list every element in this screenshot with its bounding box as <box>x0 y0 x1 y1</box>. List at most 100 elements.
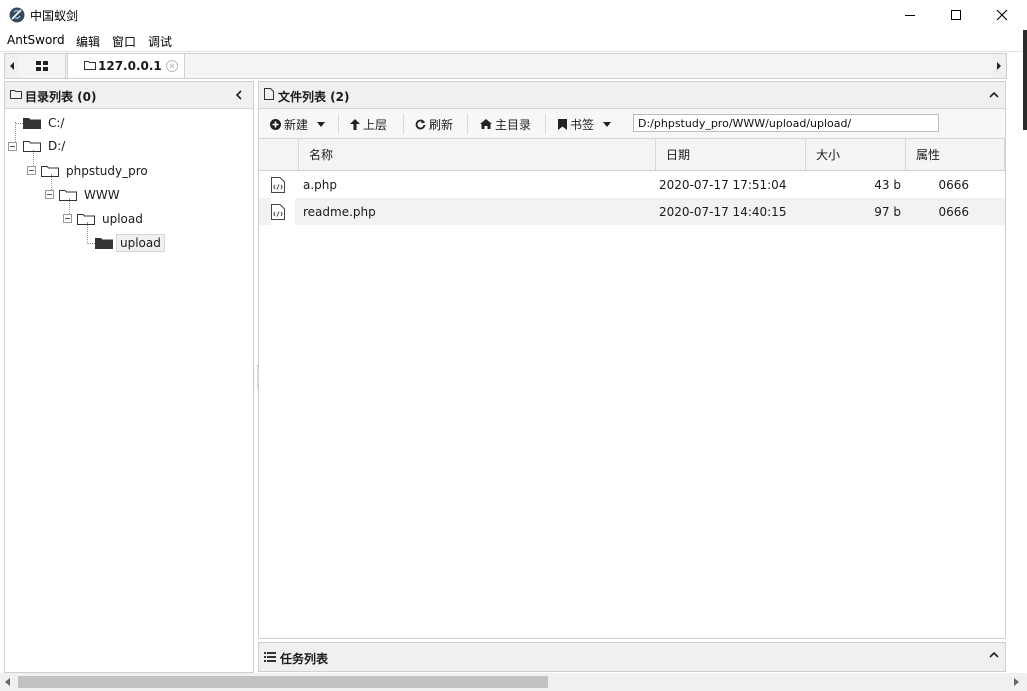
home-directory-button[interactable]: 主目录 <box>480 115 531 133</box>
scroll-right-icon[interactable] <box>1014 678 1019 686</box>
antsword-logo-icon <box>9 7 25 23</box>
caret-right-icon <box>997 62 1001 70</box>
caret-down-icon <box>603 121 612 127</box>
file-toolbar: 新建 上层 刷新 主目录 书签 <box>259 109 1005 139</box>
horizontal-scrollbar[interactable] <box>0 673 1027 691</box>
menu-debug[interactable]: 调试 <box>148 33 172 50</box>
expand-up-icon[interactable] <box>989 651 999 658</box>
tab-close-icon[interactable] <box>166 60 178 72</box>
caret-down-icon <box>317 121 326 127</box>
task-list-icon <box>264 652 276 662</box>
column-header-attributes[interactable]: 属性 <box>905 139 1005 170</box>
tab-scroll-right-button[interactable] <box>992 54 1006 78</box>
folder-open-icon <box>23 141 41 152</box>
folder-closed-icon <box>23 118 41 129</box>
file-date: 2020-07-17 14:40:15 <box>659 204 787 219</box>
folder-open-icon <box>41 166 59 177</box>
arrow-up-icon <box>350 118 360 130</box>
tree-node-phpstudy-pro[interactable]: phpstudy_pro <box>41 162 148 180</box>
minimize-button[interactable] <box>887 0 933 30</box>
directory-panel-title: 目录列表 (0) <box>25 90 97 104</box>
directory-panel-header: 目录列表 (0) <box>5 82 253 109</box>
home-icon <box>480 119 492 129</box>
task-list-panel: 任务列表 <box>258 642 1006 672</box>
bookmark-button[interactable]: 书签 <box>558 115 612 133</box>
file-name: readme.php <box>303 204 376 219</box>
folder-closed-icon <box>95 238 113 249</box>
scroll-left-icon[interactable] <box>5 678 10 686</box>
menu-window[interactable]: 窗口 <box>112 33 136 50</box>
tree-node-label: phpstudy_pro <box>66 164 148 178</box>
folder-open-icon <box>59 190 77 201</box>
toolbar-separator <box>338 114 339 134</box>
tree-node-label: C:/ <box>48 116 65 130</box>
close-button[interactable] <box>979 0 1025 30</box>
collapse-up-icon[interactable] <box>989 91 999 98</box>
folder-outline-icon <box>84 60 96 70</box>
scrollbar-thumb[interactable] <box>18 676 548 688</box>
maximize-button[interactable] <box>933 0 979 30</box>
bookmark-icon <box>558 118 567 130</box>
file-date: 2020-07-17 17:51:04 <box>659 177 787 192</box>
file-outline-icon <box>264 88 274 100</box>
file-attributes: 0666 <box>938 177 969 192</box>
tree-connector <box>15 123 23 124</box>
tab-host-label: 127.0.0.1 <box>98 59 162 73</box>
toolbar-separator <box>545 114 546 134</box>
tree-node-d-drive[interactable]: D:/ <box>23 137 65 155</box>
file-name: a.php <box>303 177 338 192</box>
tree-toggle-www[interactable] <box>45 190 54 199</box>
path-input[interactable] <box>633 114 939 132</box>
grid-icon <box>36 61 48 71</box>
column-header-name[interactable]: 名称 <box>298 139 655 170</box>
tab-scroll-left-button[interactable] <box>5 54 19 78</box>
file-size: 43 b <box>874 177 901 192</box>
tree-toggle-d-drive[interactable] <box>8 142 17 151</box>
table-row[interactable]: a.php 2020-07-17 17:51:04 43 b 0666 <box>259 171 1005 198</box>
new-button[interactable]: 新建 <box>270 115 326 133</box>
column-header-size[interactable]: 大小 <box>805 139 905 170</box>
tree-toggle-upload[interactable] <box>63 214 72 223</box>
file-grid-header: 名称 日期 大小 属性 <box>259 139 1005 171</box>
menu-edit[interactable]: 编辑 <box>76 33 100 50</box>
toolbar-separator <box>403 114 404 134</box>
folder-outline-icon <box>10 89 22 99</box>
tree-node-www[interactable]: WWW <box>59 186 120 204</box>
folder-open-icon <box>77 214 95 225</box>
collapse-left-icon[interactable] <box>235 90 243 100</box>
file-size: 97 b <box>874 204 901 219</box>
tree-toggle-phpstudy-pro[interactable] <box>27 166 36 175</box>
tab-host[interactable]: 127.0.0.1 <box>67 54 185 78</box>
plus-circle-icon <box>270 118 281 130</box>
php-file-icon <box>271 171 295 198</box>
title-bar: 中国蚁剑 <box>0 0 1027 30</box>
parent-directory-button[interactable]: 上层 <box>350 115 387 133</box>
window-edge <box>1023 30 1027 130</box>
tab-home-grid[interactable] <box>19 54 66 78</box>
menu-antsword[interactable]: AntSword <box>7 33 65 47</box>
caret-left-icon <box>10 62 14 70</box>
directory-panel: 目录列表 (0) C:/ D:/ phpstudy_pro WWW upload <box>4 81 254 673</box>
toolbar-separator <box>467 114 468 134</box>
tree-node-label: WWW <box>84 188 120 202</box>
column-header-date[interactable]: 日期 <box>655 139 805 170</box>
window-title: 中国蚁剑 <box>30 9 79 23</box>
tree-connector <box>87 243 95 244</box>
close-icon <box>996 9 1008 21</box>
php-file-icon <box>271 198 295 225</box>
refresh-icon <box>415 119 426 129</box>
tree-node-label: upload <box>116 234 165 252</box>
tree-node-label: upload <box>102 212 143 226</box>
tab-bar: 127.0.0.1 <box>4 53 1007 79</box>
file-list-panel: 文件列表 (2) 新建 上层 刷新 主目录 书签 D:/phpstudy_pro… <box>258 81 1006 639</box>
refresh-button[interactable]: 刷新 <box>415 115 453 133</box>
table-row[interactable]: readme.php 2020-07-17 14:40:15 97 b 0666 <box>259 198 1005 225</box>
tree-node-c-drive[interactable]: C:/ <box>23 114 64 132</box>
file-list-panel-title: 文件列表 (2) <box>278 90 350 104</box>
tree-node-label: D:/ <box>48 139 66 153</box>
tree-node-upload-selected[interactable]: upload <box>95 234 165 252</box>
tree-node-upload[interactable]: upload <box>77 210 143 228</box>
minimize-icon <box>905 15 915 16</box>
task-list-title: 任务列表 <box>280 652 329 666</box>
file-list-panel-header: 文件列表 (2) <box>259 82 1005 109</box>
